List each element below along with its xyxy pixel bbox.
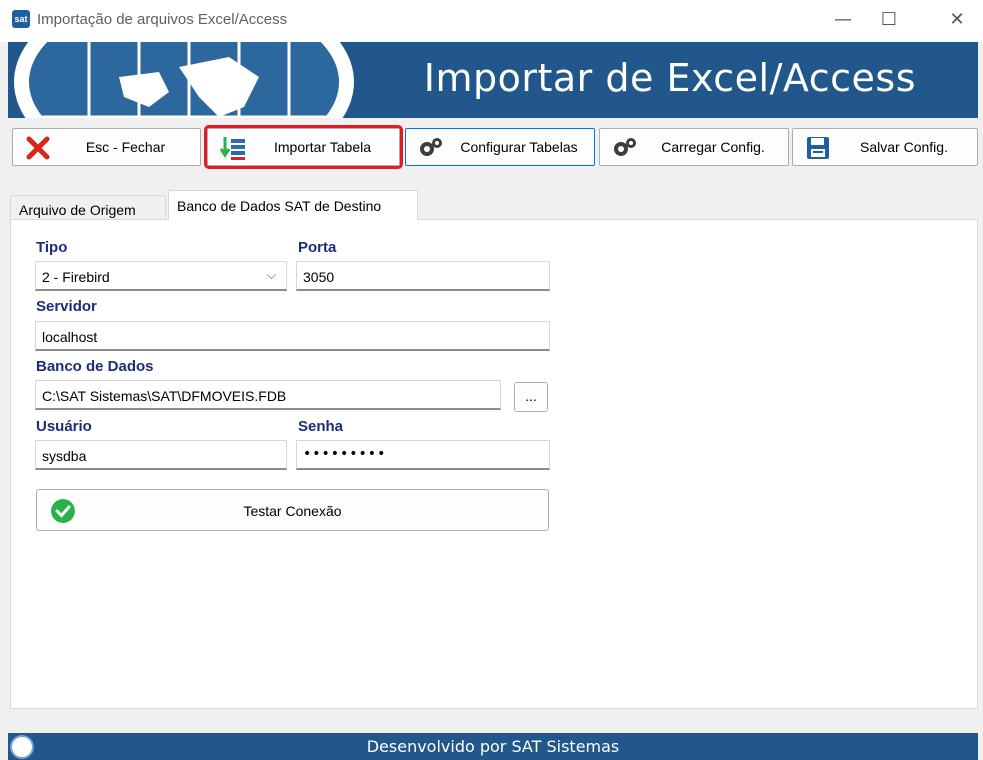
minimize-button[interactable]: —: [820, 0, 866, 40]
save-config-label: Salvar Config.: [860, 139, 948, 155]
floppy-disk-icon: [807, 137, 829, 159]
load-config-button[interactable]: Carregar Config.: [599, 128, 789, 166]
close-window-button[interactable]: ✕: [934, 0, 980, 40]
servidor-input[interactable]: localhost: [35, 321, 550, 351]
maximize-button[interactable]: ☐: [866, 0, 912, 40]
import-table-label: Importar Tabela: [273, 139, 371, 155]
usuario-label: Usuário: [36, 418, 92, 435]
footer-text: Desenvolvido por SAT Sistemas: [366, 737, 620, 756]
browse-button[interactable]: ...: [514, 382, 548, 412]
toolbar: Esc - Fechar Importar Tabela Configurar …: [8, 120, 978, 182]
tab-banco-destino[interactable]: Banco de Dados SAT de Destino: [168, 190, 418, 220]
import-table-button[interactable]: Importar Tabela: [204, 125, 403, 169]
servidor-label: Servidor: [36, 298, 97, 315]
globe-logo: [14, 42, 354, 118]
senha-label: Senha: [298, 418, 344, 435]
tab-label: Arquivo de Origem: [19, 202, 136, 218]
tipo-label: Tipo: [36, 239, 68, 256]
banner-title: Importar de Excel/Access: [423, 56, 916, 100]
test-connection-label: Testar Conexão: [243, 503, 342, 519]
tipo-select[interactable]: 2 - Firebird ⌵: [35, 261, 287, 291]
usuario-input[interactable]: sysdba: [35, 440, 287, 470]
banco-input[interactable]: C:\SAT Sistemas\SAT\DFMOVEIS.FDB: [35, 380, 501, 410]
close-button-label: Esc - Fechar: [85, 139, 166, 155]
gears-icon: [420, 138, 442, 156]
test-connection-button[interactable]: Testar Conexão: [36, 489, 549, 531]
import-table-icon: [220, 137, 245, 160]
load-config-label: Carregar Config.: [661, 139, 765, 155]
close-button[interactable]: Esc - Fechar: [12, 128, 201, 166]
header-banner: Importar de Excel/Access: [8, 42, 978, 118]
gears-icon: [614, 138, 636, 156]
window-title: Importação de arquivos Excel/Access: [37, 11, 288, 28]
footer-bar: Desenvolvido por SAT Sistemas: [8, 733, 978, 760]
porta-label: Porta: [298, 239, 337, 256]
x-icon: [26, 136, 50, 160]
banco-label: Banco de Dados: [36, 358, 154, 375]
porta-input[interactable]: 3050: [296, 261, 550, 291]
configure-tables-label: Configurar Tabelas: [460, 139, 578, 155]
app-icon: sat: [12, 10, 30, 28]
tab-label: Banco de Dados SAT de Destino: [177, 198, 382, 214]
configure-tables-button[interactable]: Configurar Tabelas: [405, 128, 595, 166]
title-bar: sat Importação de arquivos Excel/Access …: [0, 0, 983, 42]
save-config-button[interactable]: Salvar Config.: [792, 128, 978, 166]
tipo-value: 2 - Firebird: [42, 269, 110, 285]
chevron-down-icon: ⌵: [266, 268, 276, 282]
tab-arquivo-origem[interactable]: Arquivo de Origem: [10, 195, 166, 220]
senha-input[interactable]: •••••••••: [296, 440, 550, 470]
